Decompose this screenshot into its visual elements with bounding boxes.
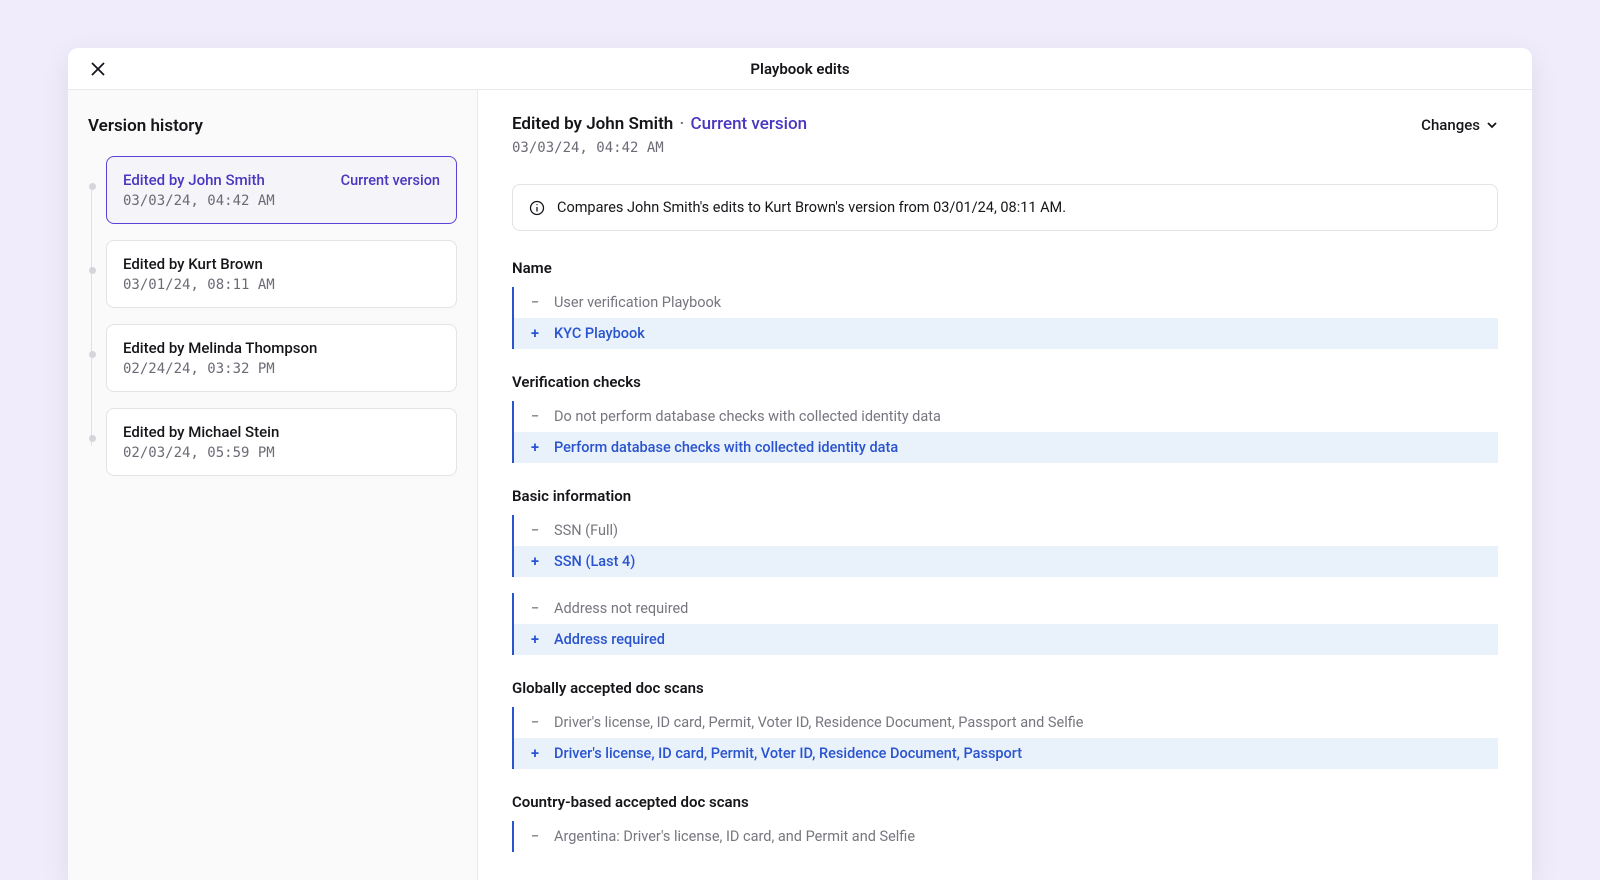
diff-block: −Do not perform database checks with col… (512, 401, 1498, 463)
version-card-row: Edited by Michael Stein (123, 423, 440, 441)
diff-added-text: Address required (554, 631, 665, 648)
plus-icon: + (528, 631, 542, 648)
diff-added-text: Perform database checks with collected i… (554, 439, 898, 456)
version-date: 02/24/24, 03:32 PM (123, 361, 440, 377)
sidebar-title: Version history (88, 116, 457, 136)
diff-title-block: Edited by John Smith · Current version 0… (512, 114, 807, 156)
section-heading: Country-based accepted doc scans (512, 793, 1498, 811)
current-version-tag: Current version (691, 114, 808, 134)
version-editor: Edited by John Smith (123, 171, 265, 189)
diff-removed-text: Do not perform database checks with coll… (554, 408, 941, 425)
diff-header: Edited by John Smith · Current version 0… (512, 114, 1498, 156)
timeline-dot (89, 183, 96, 190)
diff-row-added: + Perform database checks with collected … (514, 432, 1498, 463)
compare-banner: Compares John Smith's edits to Kurt Brow… (512, 184, 1498, 231)
playbook-edits-modal: Playbook edits Version history Edited by… (68, 48, 1532, 880)
diff-title: Edited by John Smith · Current version (512, 114, 807, 134)
timeline-dot (89, 435, 96, 442)
section-heading: Globally accepted doc scans (512, 679, 1498, 697)
modal-body: Version history Edited by John Smith Curr… (68, 90, 1532, 880)
version-card-row: Edited by Kurt Brown (123, 255, 440, 273)
diff-removed-text: SSN (Full) (554, 522, 618, 539)
diff-block: −User verification Playbook + KYC Playbook (512, 287, 1498, 349)
diff-added-text: KYC Playbook (554, 325, 645, 342)
modal-header: Playbook edits (68, 48, 1532, 90)
diff-date: 03/03/24, 04:42 AM (512, 140, 807, 156)
changes-dropdown[interactable]: Changes (1421, 114, 1498, 134)
info-icon (529, 200, 545, 216)
diff-removed-text: Argentina: Driver's license, ID card, an… (554, 828, 915, 845)
modal-title: Playbook edits (750, 60, 849, 78)
diff-removed-text: Address not required (554, 600, 688, 617)
diff-block: −SSN (Full) + SSN (Last 4) (512, 515, 1498, 577)
plus-icon: + (528, 553, 542, 570)
plus-icon: + (528, 745, 542, 762)
version-card[interactable]: Edited by Melinda Thompson 02/24/24, 03:3… (106, 324, 457, 392)
section-heading: Name (512, 259, 1498, 277)
diff-row-removed: −SSN (Full) (514, 515, 1498, 546)
timeline-dot (89, 351, 96, 358)
version-date: 03/03/24, 04:42 AM (123, 193, 440, 209)
diff-row-removed: −Driver's license, ID card, Permit, Vote… (514, 707, 1498, 738)
diff-block: −Address not required + Address required (512, 593, 1498, 655)
minus-icon: − (528, 714, 542, 731)
minus-icon: − (528, 522, 542, 539)
version-card[interactable]: Edited by Michael Stein 02/03/24, 05:59 P… (106, 408, 457, 476)
minus-icon: − (528, 828, 542, 845)
diff-row-added: + KYC Playbook (514, 318, 1498, 349)
version-card-row: Edited by John Smith Current version (123, 171, 440, 189)
compare-text: Compares John Smith's edits to Kurt Brow… (557, 199, 1066, 216)
plus-icon: + (528, 439, 542, 456)
plus-icon: + (528, 325, 542, 342)
diff-block: −Driver's license, ID card, Permit, Vote… (512, 707, 1498, 769)
diff-row-added: + Address required (514, 624, 1498, 655)
diff-row-removed: −User verification Playbook (514, 287, 1498, 318)
diff-row-removed: −Do not perform database checks with col… (514, 401, 1498, 432)
version-card[interactable]: Edited by John Smith Current version 03/03… (106, 156, 457, 224)
minus-icon: − (528, 294, 542, 311)
version-badge: Current version (341, 172, 440, 189)
version-card[interactable]: Edited by Kurt Brown 03/01/24, 08:11 AM (106, 240, 457, 308)
diff-sections: Name−User verification Playbook+KYC Play… (512, 259, 1498, 852)
section-heading: Verification checks (512, 373, 1498, 391)
chevron-down-icon (1486, 119, 1498, 131)
version-editor: Edited by Michael Stein (123, 423, 279, 441)
diff-block: −Argentina: Driver's license, ID card, a… (512, 821, 1498, 852)
minus-icon: − (528, 600, 542, 617)
changes-label: Changes (1421, 116, 1480, 134)
timeline-dot (89, 267, 96, 274)
close-button[interactable] (86, 57, 110, 81)
version-date: 03/01/24, 08:11 AM (123, 277, 440, 293)
version-editor: Edited by Melinda Thompson (123, 339, 317, 357)
title-separator: · (675, 114, 688, 134)
diff-added-text: Driver's license, ID card, Permit, Voter… (554, 745, 1022, 762)
version-timeline: Edited by John Smith Current version 03/03… (88, 156, 457, 476)
diff-row-removed: −Argentina: Driver's license, ID card, a… (514, 821, 1498, 852)
diff-removed-text: User verification Playbook (554, 294, 721, 311)
diff-panel: Edited by John Smith · Current version 0… (478, 90, 1532, 880)
close-icon (91, 62, 105, 76)
version-history-sidebar: Version history Edited by John Smith Curr… (68, 90, 478, 880)
diff-removed-text: Driver's license, ID card, Permit, Voter… (554, 714, 1083, 731)
version-card-row: Edited by Melinda Thompson (123, 339, 440, 357)
version-date: 02/03/24, 05:59 PM (123, 445, 440, 461)
diff-row-added: + Driver's license, ID card, Permit, Vote… (514, 738, 1498, 769)
diff-editor: Edited by John Smith (512, 114, 673, 134)
version-editor: Edited by Kurt Brown (123, 255, 263, 273)
section-heading: Basic information (512, 487, 1498, 505)
minus-icon: − (528, 408, 542, 425)
diff-row-removed: −Address not required (514, 593, 1498, 624)
diff-row-added: + SSN (Last 4) (514, 546, 1498, 577)
diff-added-text: SSN (Last 4) (554, 553, 635, 570)
